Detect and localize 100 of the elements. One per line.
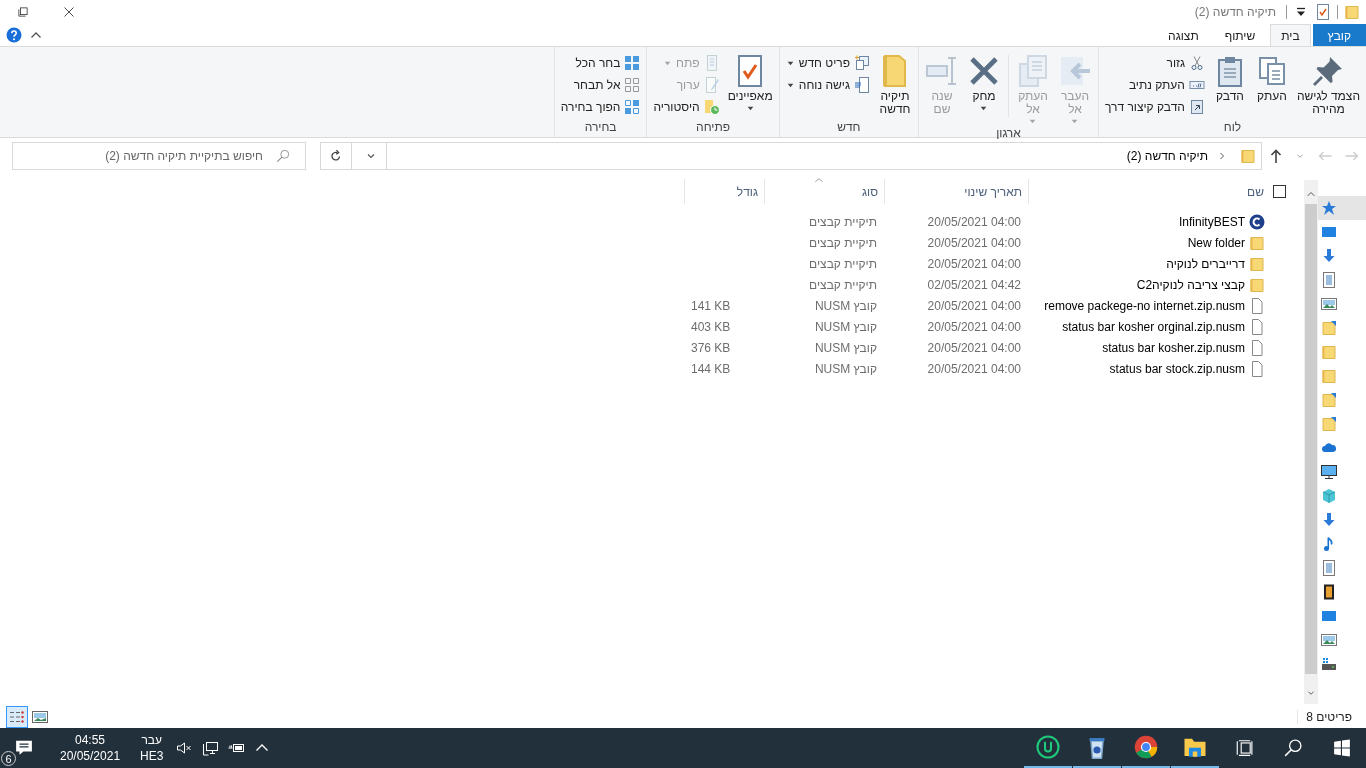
notification-count-badge: 6 — [1, 751, 16, 766]
item-count: 8 פריטים — [1297, 710, 1366, 724]
move-to-icon — [1059, 55, 1091, 87]
caret-icon — [1070, 117, 1080, 126]
u-logo-icon — [1036, 735, 1060, 759]
help-icon[interactable] — [6, 27, 22, 43]
group-label: ארגון — [995, 126, 1022, 140]
ribbon-command[interactable]: פריט חדש — [782, 52, 873, 74]
clock-date[interactable]: 20/05/2021 — [60, 748, 121, 764]
ribbon-command[interactable]: העתק נתיב — [1102, 74, 1208, 96]
ribbon-tab[interactable]: בית — [1270, 24, 1311, 46]
cut-icon — [1188, 55, 1205, 71]
refresh-icon — [329, 149, 343, 163]
drive-icon — [1321, 656, 1337, 672]
app-logo-icon — [1249, 213, 1265, 230]
search-icon — [276, 149, 290, 163]
date-modified: 20/05/2021 04:00 — [927, 256, 1021, 271]
restore-icon[interactable] — [17, 6, 29, 18]
file-name[interactable]: status bar kosher.zip.nusm — [1102, 340, 1245, 355]
cube-icon — [1321, 488, 1337, 504]
group-label: לוח — [1222, 120, 1243, 136]
file-name[interactable]: InfinityBEST — [1178, 214, 1245, 229]
star-icon — [1321, 200, 1337, 216]
ribbon-command[interactable]: הדבק קיצור דרך — [1102, 96, 1208, 118]
file-name[interactable]: remove packege-no internet.zip.nusm — [1044, 298, 1245, 313]
ribbon-button[interactable]: העתק — [1251, 51, 1292, 103]
large-icons-view-icon — [32, 709, 48, 725]
ribbon-command[interactable]: גישה נוחה — [782, 74, 873, 96]
picture-icon — [1321, 296, 1337, 312]
invert-selection-icon — [624, 99, 641, 115]
window-title: תיקיה חדשה (2) — [1194, 5, 1276, 19]
file-name[interactable]: status bar kosher orginal.zip.nusm — [1062, 319, 1245, 334]
speaker-muted-icon[interactable] — [176, 740, 193, 756]
column-header[interactable]: שם — [1028, 179, 1290, 204]
file-name[interactable]: New folder — [1187, 235, 1245, 250]
new-item-icon — [854, 55, 870, 71]
file-size: 141 KB — [691, 298, 731, 313]
ribbon-tab[interactable]: תצוגה — [1157, 24, 1210, 46]
file-name[interactable]: C2קבצי צריבה לנוקיה — [1136, 277, 1245, 292]
ribbon-tab[interactable]: שיתוף — [1213, 24, 1267, 46]
ribbon-button[interactable]: הדבק — [1209, 51, 1250, 103]
pinned-folder-icon — [1321, 392, 1337, 408]
scrollbar[interactable] — [1304, 180, 1318, 704]
file-size: 144 KB — [691, 361, 731, 376]
search-field[interactable]: חיפוש בתיקיית תיקיה חדשה (2) — [12, 142, 306, 170]
network-icon[interactable] — [202, 740, 219, 756]
properties-icon[interactable] — [1315, 4, 1331, 20]
desktop-icon — [1321, 224, 1337, 240]
file-size: 403 KB — [691, 319, 731, 334]
file-type: תיקיית קבצים — [809, 235, 877, 250]
close-icon[interactable] — [63, 6, 75, 18]
details-view-icon — [9, 709, 25, 725]
ribbon-button[interactable]: תיקיה חדשה — [875, 51, 915, 116]
caret-icon — [745, 104, 755, 113]
select-none-icon — [624, 77, 641, 93]
input-language[interactable]: עבר — [141, 732, 163, 748]
download-arrow-icon — [1321, 248, 1337, 264]
ribbon-command[interactable]: גזור — [1102, 52, 1208, 74]
search-icon[interactable] — [1284, 739, 1302, 757]
download-arrow-icon — [1321, 512, 1337, 528]
address-bar[interactable]: תיקיה חדשה (2) — [320, 142, 1262, 170]
folder-icon — [1240, 148, 1256, 164]
file-menu-tab[interactable]: קובץ — [1312, 24, 1366, 46]
date-modified: 20/05/2021 04:00 — [927, 235, 1021, 250]
ribbon-button[interactable]: מאפיינים — [724, 51, 776, 113]
date-modified: 20/05/2021 04:00 — [927, 298, 1021, 313]
column-header[interactable]: גודל — [684, 179, 764, 204]
breadcrumb[interactable]: תיקיה חדשה (2) — [1126, 149, 1208, 163]
keyboard-layout[interactable]: HE3 — [140, 748, 164, 764]
ribbon-command[interactable]: אל תבחר — [557, 74, 644, 96]
film-icon — [1321, 584, 1337, 600]
select-all-checkbox[interactable] — [1273, 185, 1286, 198]
file-name[interactable]: status bar stock.zip.nusm — [1109, 361, 1245, 376]
picture-icon — [1321, 632, 1337, 648]
ribbon-button[interactable]: הצמד לגישה מהירה — [1293, 51, 1363, 116]
column-header[interactable]: תאריך שינוי — [884, 179, 1028, 204]
easy-access-icon — [854, 77, 870, 93]
windows-logo-icon[interactable] — [1333, 739, 1351, 757]
folder-icon — [1249, 234, 1265, 251]
view-button[interactable] — [6, 706, 28, 728]
ribbon-command[interactable]: היסטוריה — [650, 96, 723, 118]
file-type: קובץ NUSM — [814, 361, 877, 376]
file-size: 376 KB — [691, 340, 731, 355]
column-header[interactable]: סוג — [764, 179, 884, 204]
date-modified: 20/05/2021 04:00 — [927, 214, 1021, 229]
task-view-icon[interactable] — [1235, 739, 1253, 757]
pinned-folder-icon — [1321, 320, 1337, 336]
group-label: חדש — [836, 120, 862, 136]
ribbon-command[interactable]: בחר הכל — [557, 52, 644, 74]
rename-icon — [926, 55, 958, 87]
file-type: תיקיית קבצים — [809, 277, 877, 292]
clock-time[interactable]: 04:55 — [75, 732, 106, 748]
caret-icon — [979, 104, 989, 113]
notification-icon[interactable] — [15, 739, 33, 757]
ribbon-command[interactable]: הפוך בחירה — [557, 96, 644, 118]
folder-icon — [1249, 276, 1265, 293]
file-name[interactable]: דרייברים לנוקיה — [1166, 256, 1245, 271]
ribbon-button[interactable]: מחק — [964, 51, 1004, 113]
file-type: תיקיית קבצים — [809, 256, 877, 271]
document-icon — [1321, 272, 1337, 288]
